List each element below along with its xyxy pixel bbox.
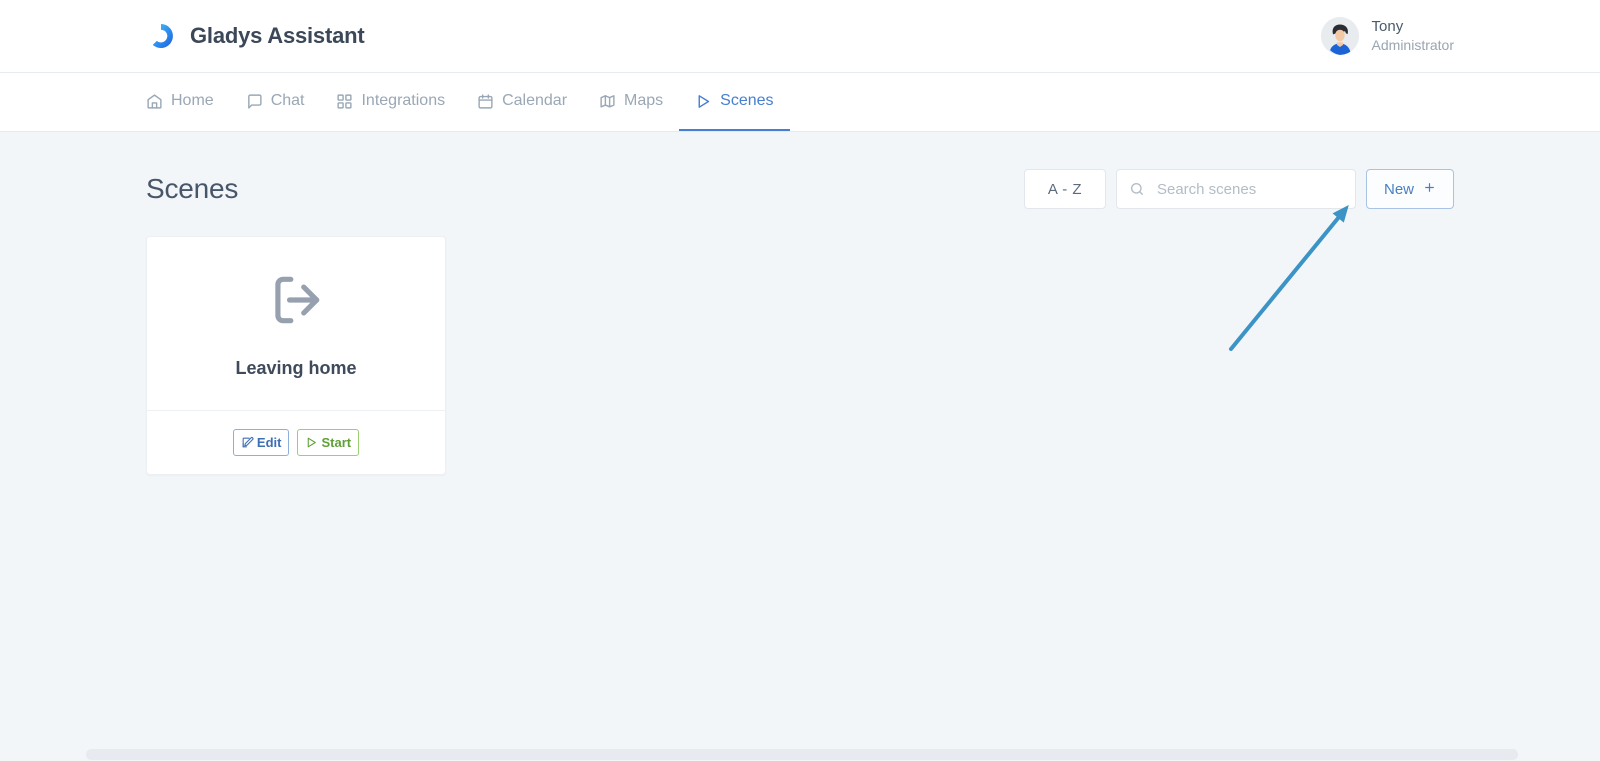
- new-scene-button-label: New: [1384, 181, 1414, 198]
- page-header-row: Scenes A - Z New: [146, 132, 1454, 209]
- main-navigation: Home Chat Integrations Calendar: [0, 73, 1600, 132]
- user-menu[interactable]: Tony Administrator: [1321, 17, 1454, 55]
- nav-item-label: Integrations: [361, 92, 445, 110]
- play-icon: [695, 93, 712, 110]
- start-scene-button-label: Start: [321, 436, 351, 449]
- search-box[interactable]: [1116, 169, 1356, 209]
- nav-item-scenes[interactable]: Scenes: [679, 73, 789, 131]
- app-root: Gladys Assistant Tony Administrator: [0, 0, 1600, 761]
- sort-button[interactable]: A - Z: [1024, 169, 1106, 209]
- start-scene-button[interactable]: Start: [297, 429, 359, 456]
- page-actions: A - Z New: [1024, 169, 1454, 209]
- page-content: Scenes A - Z New: [0, 132, 1600, 761]
- home-icon: [146, 93, 163, 110]
- nav-item-chat[interactable]: Chat: [230, 73, 321, 131]
- nav-item-maps[interactable]: Maps: [583, 73, 679, 131]
- logout-exit-icon: [265, 269, 327, 336]
- play-triangle-icon: [305, 436, 318, 449]
- nav-list: Home Chat Integrations Calendar: [146, 73, 790, 131]
- user-text: Tony Administrator: [1372, 18, 1454, 54]
- search-input[interactable]: [1155, 180, 1343, 199]
- new-scene-button[interactable]: New: [1366, 169, 1454, 209]
- scene-card-body: Leaving home: [147, 237, 445, 410]
- brand[interactable]: Gladys Assistant: [146, 21, 365, 51]
- edit-scene-button-label: Edit: [257, 436, 282, 449]
- horizontal-scrollbar-thumb[interactable]: [86, 749, 1518, 760]
- nav-item-integrations[interactable]: Integrations: [320, 73, 461, 131]
- gladys-ring-logo-icon: [146, 21, 176, 51]
- map-icon: [599, 93, 616, 110]
- nav-item-label: Chat: [271, 92, 305, 110]
- scene-grid: Leaving home Edit Start: [146, 236, 1454, 475]
- scene-name: Leaving home: [235, 358, 356, 379]
- scene-card[interactable]: Leaving home Edit Start: [146, 236, 446, 475]
- grid-icon: [336, 93, 353, 110]
- search-icon: [1129, 181, 1145, 197]
- nav-item-label: Calendar: [502, 92, 567, 110]
- calendar-icon: [477, 93, 494, 110]
- horizontal-scrollbar[interactable]: [0, 747, 1600, 761]
- user-name: Tony: [1372, 18, 1454, 37]
- nav-item-label: Maps: [624, 92, 663, 110]
- app-header: Gladys Assistant Tony Administrator: [0, 0, 1600, 73]
- scene-card-footer: Edit Start: [147, 410, 445, 474]
- avatar: [1321, 17, 1359, 55]
- plus-icon: [1423, 181, 1436, 198]
- nav-item-calendar[interactable]: Calendar: [461, 73, 583, 131]
- pencil-square-icon: [241, 436, 254, 449]
- nav-item-label: Home: [171, 92, 214, 110]
- user-role: Administrator: [1372, 37, 1454, 55]
- brand-name: Gladys Assistant: [190, 23, 365, 49]
- edit-scene-button[interactable]: Edit: [233, 429, 290, 456]
- page-title: Scenes: [146, 173, 238, 205]
- chat-icon: [246, 93, 263, 110]
- nav-item-label: Scenes: [720, 92, 773, 110]
- nav-item-home[interactable]: Home: [146, 73, 230, 131]
